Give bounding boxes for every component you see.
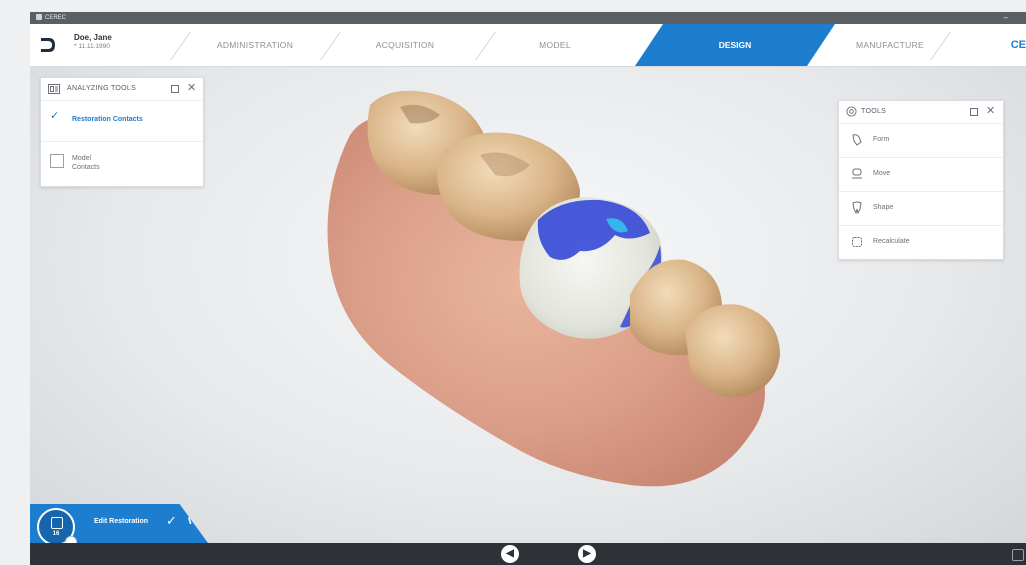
edit-restoration-label: Edit Restoration (94, 518, 149, 525)
model-contacts-label: Model Contacts (72, 155, 100, 171)
patient-info[interactable]: Doe, Jane * 11.11.1990 (74, 33, 112, 50)
dental-model[interactable] (310, 65, 790, 505)
analyzing-tools-title: ANALYZING TOOLS (67, 85, 137, 92)
recalculate-icon (852, 237, 862, 247)
maximize-icon[interactable] (970, 108, 978, 116)
app-window: CEREC – Doe, Jane * 11.11.1990 ADMINISTR… (30, 12, 1026, 565)
tools-panel: TOOLS ✕ Form Move Shape Recalculate (838, 100, 1004, 260)
tools-header: TOOLS ✕ (839, 101, 1003, 124)
hatch-icon: \\\ (188, 516, 191, 526)
next-step-button[interactable]: ▶ (578, 545, 596, 563)
tools-icon (846, 106, 857, 117)
tool-shape[interactable]: Shape (839, 192, 1003, 226)
move-icon (852, 168, 862, 179)
tab-administration[interactable]: ADMINISTRATION (190, 24, 320, 66)
analyzing-tools-header: ANALYZING TOOLS ✕ (41, 78, 203, 101)
brand-label: CE (1010, 39, 1026, 51)
workflow-bar: Doe, Jane * 11.11.1990 ADMINISTRATION AC… (30, 24, 1026, 67)
tool-move[interactable]: Move (839, 158, 1003, 192)
close-icon[interactable]: ✕ (986, 104, 995, 118)
patient-name: Doe, Jane (74, 33, 112, 42)
restoration-contacts-toggle[interactable]: ✓ Restoration Contacts (41, 101, 203, 142)
tab-manufacture[interactable]: MANUFACTURE (825, 24, 955, 66)
form-icon (852, 134, 862, 146)
restoration-contacts-label: Restoration Contacts (72, 116, 143, 123)
tab-design[interactable]: DESIGN (635, 24, 835, 66)
analyzing-tools-icon (48, 84, 60, 94)
shape-icon (852, 201, 862, 215)
app-icon (36, 14, 42, 21)
check-icon: ✓ (50, 110, 60, 122)
maximize-icon[interactable] (171, 85, 179, 93)
minimize-button[interactable]: – (1004, 12, 1008, 24)
logo-icon (41, 38, 55, 52)
tab-acquisition[interactable]: ACQUISITION (340, 24, 470, 66)
tool-form[interactable]: Form (839, 124, 1003, 158)
screen-icon[interactable] (1012, 549, 1024, 561)
confirm-icon[interactable]: ✓ (166, 513, 177, 529)
title-bar: CEREC – (30, 12, 1026, 24)
analyzing-tools-panel: ANALYZING TOOLS ✕ ✓ Restoration Contacts… (40, 77, 204, 187)
patient-dob: * 11.11.1990 (74, 43, 110, 50)
tool-recalculate[interactable]: Recalculate (839, 226, 1003, 259)
tools-title: TOOLS (861, 108, 887, 115)
app-title: CEREC (36, 12, 66, 24)
bottom-bar: ◀ ▶ (30, 543, 1026, 565)
step-separator (170, 32, 191, 60)
previous-step-button[interactable]: ◀ (501, 545, 519, 563)
step-separator (320, 32, 341, 60)
tooth-icon (51, 517, 63, 529)
3d-viewport[interactable]: ANALYZING TOOLS ✕ ✓ Restoration Contacts… (30, 67, 1026, 543)
checkbox[interactable] (50, 154, 64, 168)
model-contacts-toggle[interactable]: Model Contacts (41, 142, 203, 182)
close-icon[interactable]: ✕ (187, 81, 196, 95)
tab-model[interactable]: MODEL (490, 24, 620, 66)
